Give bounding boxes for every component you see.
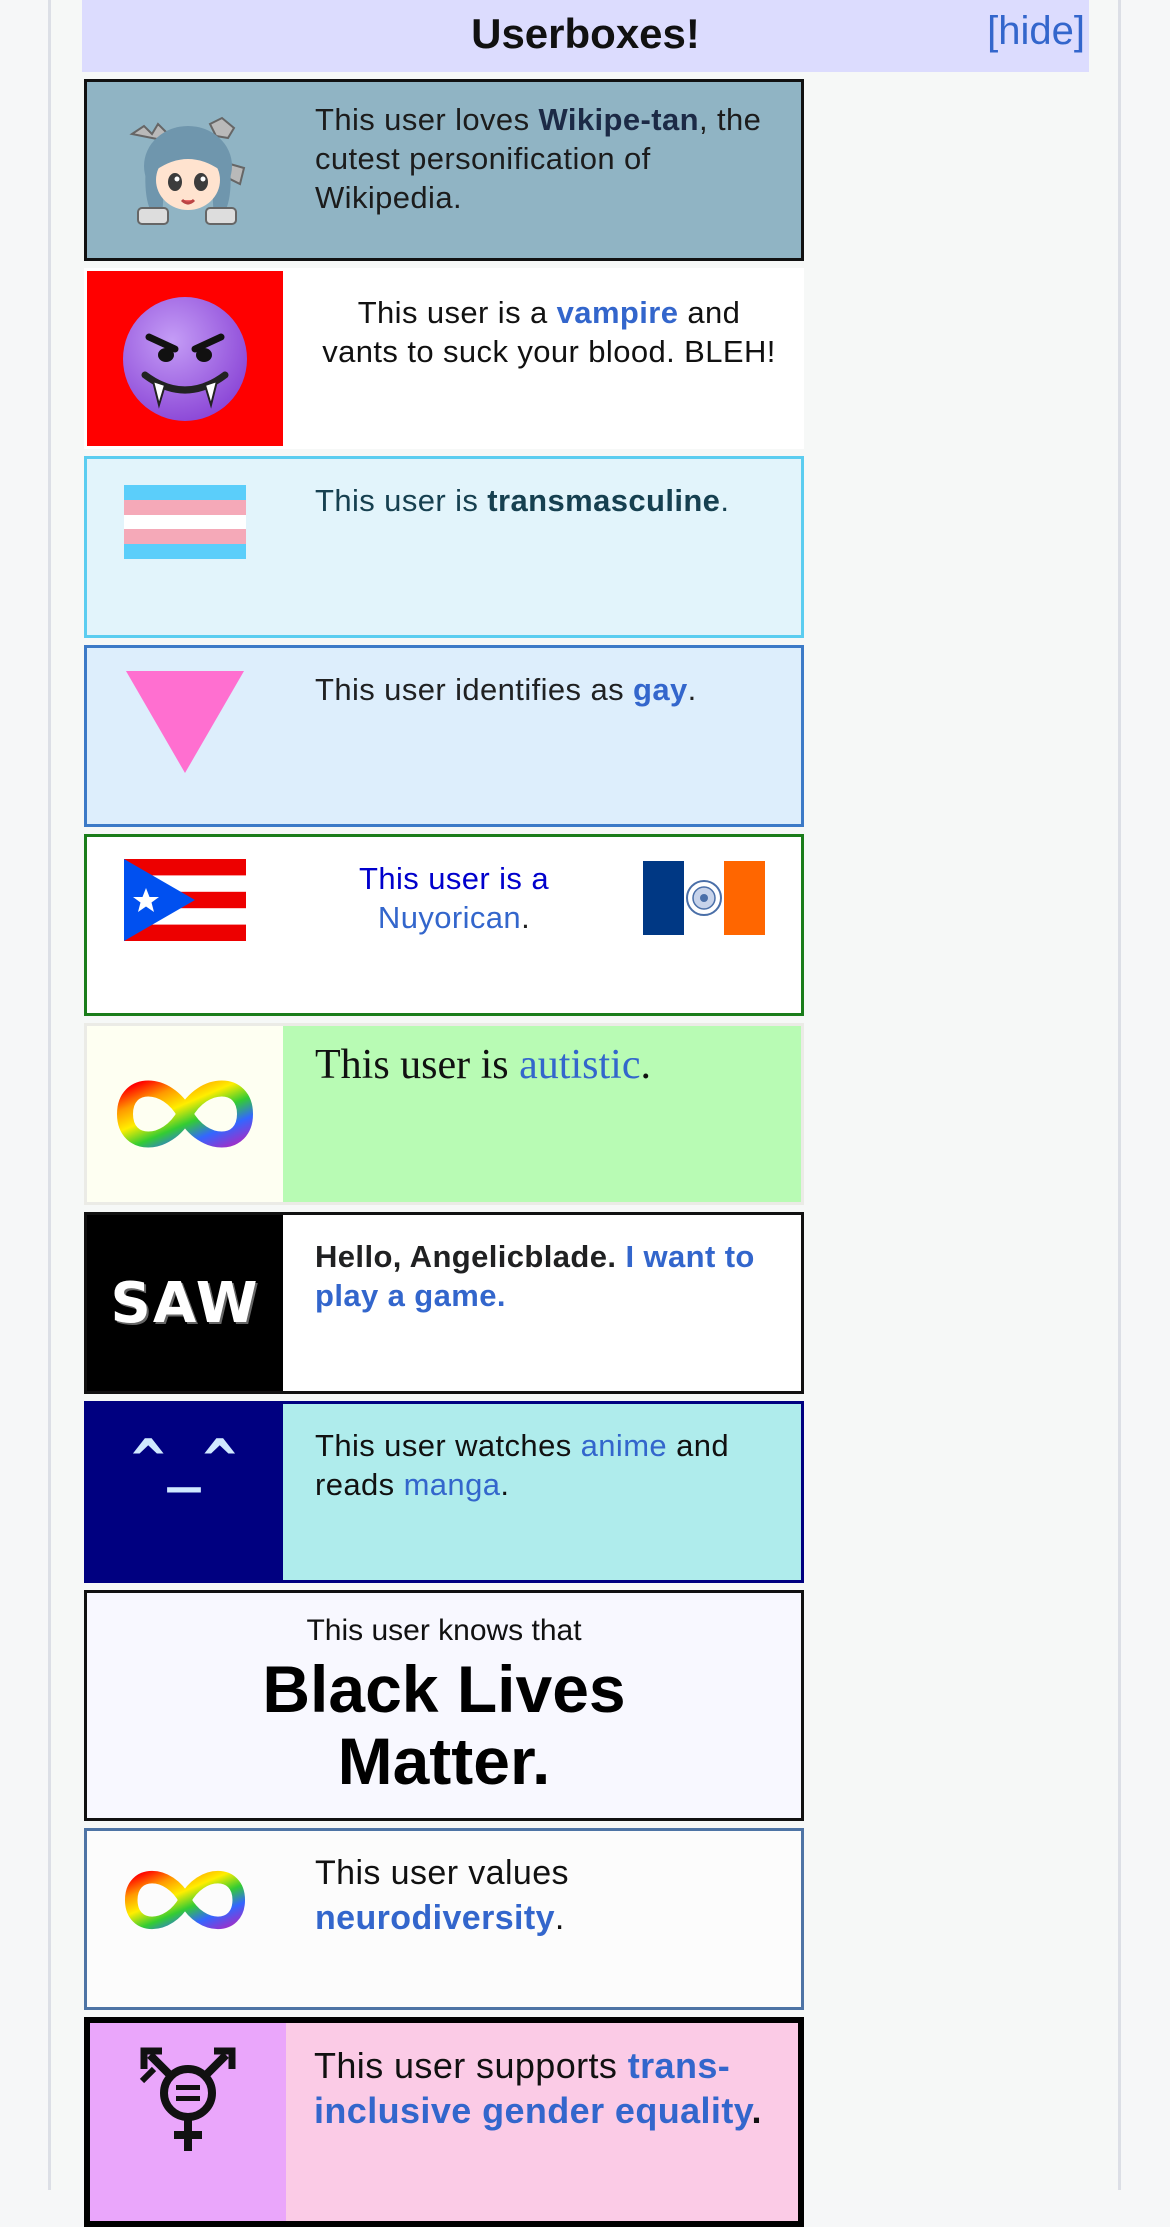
transmasc-icon-cell	[87, 459, 283, 635]
userbox-saw: SAW Hello, Angelicblade. I want to play …	[84, 1212, 804, 1394]
userbox-nuyorican: This user is a Nuyorican.	[84, 834, 804, 1016]
userbox-nuyorican-post: .	[521, 900, 531, 935]
userbox-anime-text: This user watches anime and reads manga.	[315, 1426, 791, 1504]
hide-toggle-link[interactable]: [hide]	[987, 0, 1085, 64]
userbox-autistic-pre: This user is	[315, 1042, 520, 1088]
puerto-rico-flag-icon	[124, 859, 246, 941]
userbox-nuyorican-pre: This user is a	[359, 861, 549, 896]
nuyorican-right-icon-cell	[643, 861, 765, 940]
userboxes-title: Userboxes!	[471, 10, 700, 57]
userbox-vampire: This user is a vampire and vants to suck…	[84, 268, 804, 449]
gay-icon-cell	[87, 648, 283, 824]
neurodiversity-link[interactable]: neurodiversity	[315, 1899, 555, 1937]
autistic-link[interactable]: autistic	[519, 1042, 640, 1088]
userbox-neurodiversity-pre: This user values	[315, 1854, 569, 1892]
userbox-anime-pre: This user watches	[315, 1428, 581, 1463]
new-york-city-flag-icon	[643, 861, 765, 935]
userbox-trans-inclusive: This user supports trans-inclusive gende…	[84, 2017, 804, 2227]
userbox-gay: This user identifies as gay.	[84, 645, 804, 827]
nuyorican-left-icon-cell	[87, 837, 283, 1013]
userbox-vampire-text: This user is a vampire and vants to suck…	[319, 293, 779, 371]
rainbow-infinity-icon	[124, 1871, 246, 1929]
userbox-nuyorican-text: This user is a Nuyorican.	[283, 859, 625, 937]
purple-devil-face-icon	[123, 296, 247, 421]
userbox-anime: ^_^ This user watches anime and reads ma…	[84, 1401, 804, 1583]
userbox-trans-inclusive-text: This user supports trans-inclusive gende…	[314, 2043, 788, 2133]
rainbow-infinity-icon	[116, 1080, 254, 1148]
userbox-wikipetan-text: This user loves Wikipe-tan, the cutest p…	[315, 100, 791, 217]
userbox-gay-pre: This user identifies as	[315, 672, 634, 707]
userbox-trans-inclusive-post: .	[751, 2090, 762, 2131]
wikipe-tan-link[interactable]: Wikipe-tan	[538, 102, 698, 137]
manga-link[interactable]: manga	[404, 1467, 501, 1502]
gay-link[interactable]: gay	[633, 672, 688, 707]
userbox-saw-text: Hello, Angelicblade. I want to play a ga…	[315, 1237, 791, 1315]
userbox-vampire-pre: This user is a	[357, 295, 557, 330]
saw-icon-cell: SAW	[87, 1215, 283, 1391]
userbox-gay-post: .	[687, 672, 697, 707]
saw-logo-icon: SAW	[110, 1270, 260, 1336]
userboxes-header: Userboxes! [hide]	[82, 0, 1089, 72]
anime-link[interactable]: anime	[581, 1428, 667, 1463]
happy-face-emoticon-icon: ^_^	[131, 1428, 239, 1493]
trans-inclusive-icon-cell	[90, 2023, 286, 2221]
autistic-icon-cell	[87, 1026, 283, 1202]
userbox-transmasculine: This user is transmasculine.	[84, 456, 804, 638]
wikipe-tan-mascot-icon	[87, 82, 287, 258]
userbox-trans-inclusive-pre: This user supports	[314, 2045, 628, 2086]
userbox-saw-pre: Hello, Angelicblade.	[315, 1239, 626, 1274]
userbox-wikipetan: This user loves Wikipe-tan, the cutest p…	[84, 79, 804, 261]
userbox-anime-post: .	[500, 1467, 510, 1502]
pink-triangle-icon	[126, 671, 244, 773]
userbox-neurodiversity-text: This user values neurodiversity.	[315, 1851, 791, 1941]
anime-icon-cell: ^_^	[87, 1404, 283, 1580]
content-frame-right-border	[1118, 0, 1121, 2190]
vampire-link[interactable]: vampire	[557, 295, 679, 330]
transmasculine-link[interactable]: transmasculine	[487, 483, 720, 518]
userbox-transmasculine-pre: This user is	[315, 483, 488, 518]
nuyorican-link[interactable]: Nuyorican	[378, 900, 521, 935]
userbox-blm-small-text: This user knows that	[306, 1614, 582, 1647]
transgender-flag-icon	[124, 485, 246, 559]
userbox-wikipetan-pre: This user loves	[315, 102, 539, 137]
userbox-gay-text: This user identifies as gay.	[315, 670, 791, 709]
userbox-autistic: This user is autistic.	[84, 1023, 804, 1205]
userbox-blm: This user knows that Black Lives Matter.	[84, 1590, 804, 1821]
userbox-autistic-text: This user is autistic.	[315, 1040, 791, 1090]
userbox-neurodiversity: This user values neurodiversity.	[84, 1828, 804, 2010]
userbox-transmasculine-text: This user is transmasculine.	[315, 481, 791, 520]
userbox-neurodiversity-post: .	[554, 1899, 565, 1937]
vampire-icon-cell	[87, 271, 283, 446]
userbox-blm-big-text: Black Lives Matter.	[262, 1652, 626, 1798]
userbox-transmasculine-post: .	[720, 483, 730, 518]
userbox-autistic-post: .	[640, 1042, 651, 1088]
transgender-equality-symbol-icon	[139, 2047, 236, 2151]
neurodiversity-icon-cell	[87, 1831, 283, 2007]
